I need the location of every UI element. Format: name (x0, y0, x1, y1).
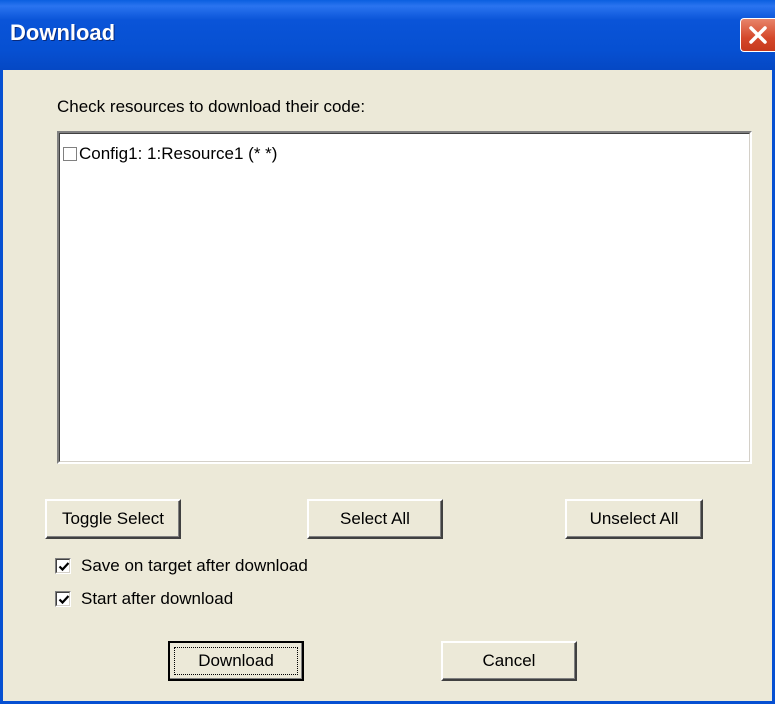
cancel-label: Cancel (482, 651, 536, 670)
resource-label: Config1: 1:Resource1 (* *) (79, 144, 278, 163)
select-all-label: Select All (340, 509, 410, 528)
title-bar[interactable]: Download (0, 0, 775, 70)
start-after-checkbox[interactable] (55, 591, 71, 607)
focus-ring (174, 647, 298, 675)
save-on-target-option[interactable]: Save on target after download (55, 556, 308, 576)
resource-list[interactable]: Config1: 1:Resource1 (* *) (57, 131, 752, 464)
window-frame-left (0, 70, 3, 704)
download-dialog: Download Check resources to download the… (0, 0, 775, 704)
save-on-target-label: Save on target after download (81, 556, 308, 575)
download-button[interactable]: Download (168, 641, 304, 681)
unselect-all-button[interactable]: Unselect All (565, 499, 703, 539)
start-after-option[interactable]: Start after download (55, 589, 233, 609)
toggle-select-button[interactable]: Toggle Select (45, 499, 181, 539)
cancel-button[interactable]: Cancel (441, 641, 577, 681)
toggle-select-label: Toggle Select (61, 509, 165, 528)
resources-prompt: Check resources to download their code: (57, 97, 366, 116)
start-after-label: Start after download (81, 589, 234, 608)
select-all-button[interactable]: Select All (307, 499, 443, 539)
list-item[interactable]: Config1: 1:Resource1 (* *) (63, 143, 277, 165)
save-on-target-checkbox[interactable] (55, 558, 71, 574)
check-icon (58, 562, 70, 572)
close-icon (749, 26, 767, 44)
window-title: Download (10, 20, 116, 45)
unselect-all-label: Unselect All (589, 509, 679, 528)
resource-checkbox[interactable] (63, 147, 77, 161)
resource-list-frame (59, 133, 750, 462)
check-icon (58, 595, 70, 605)
close-button[interactable] (740, 18, 775, 52)
